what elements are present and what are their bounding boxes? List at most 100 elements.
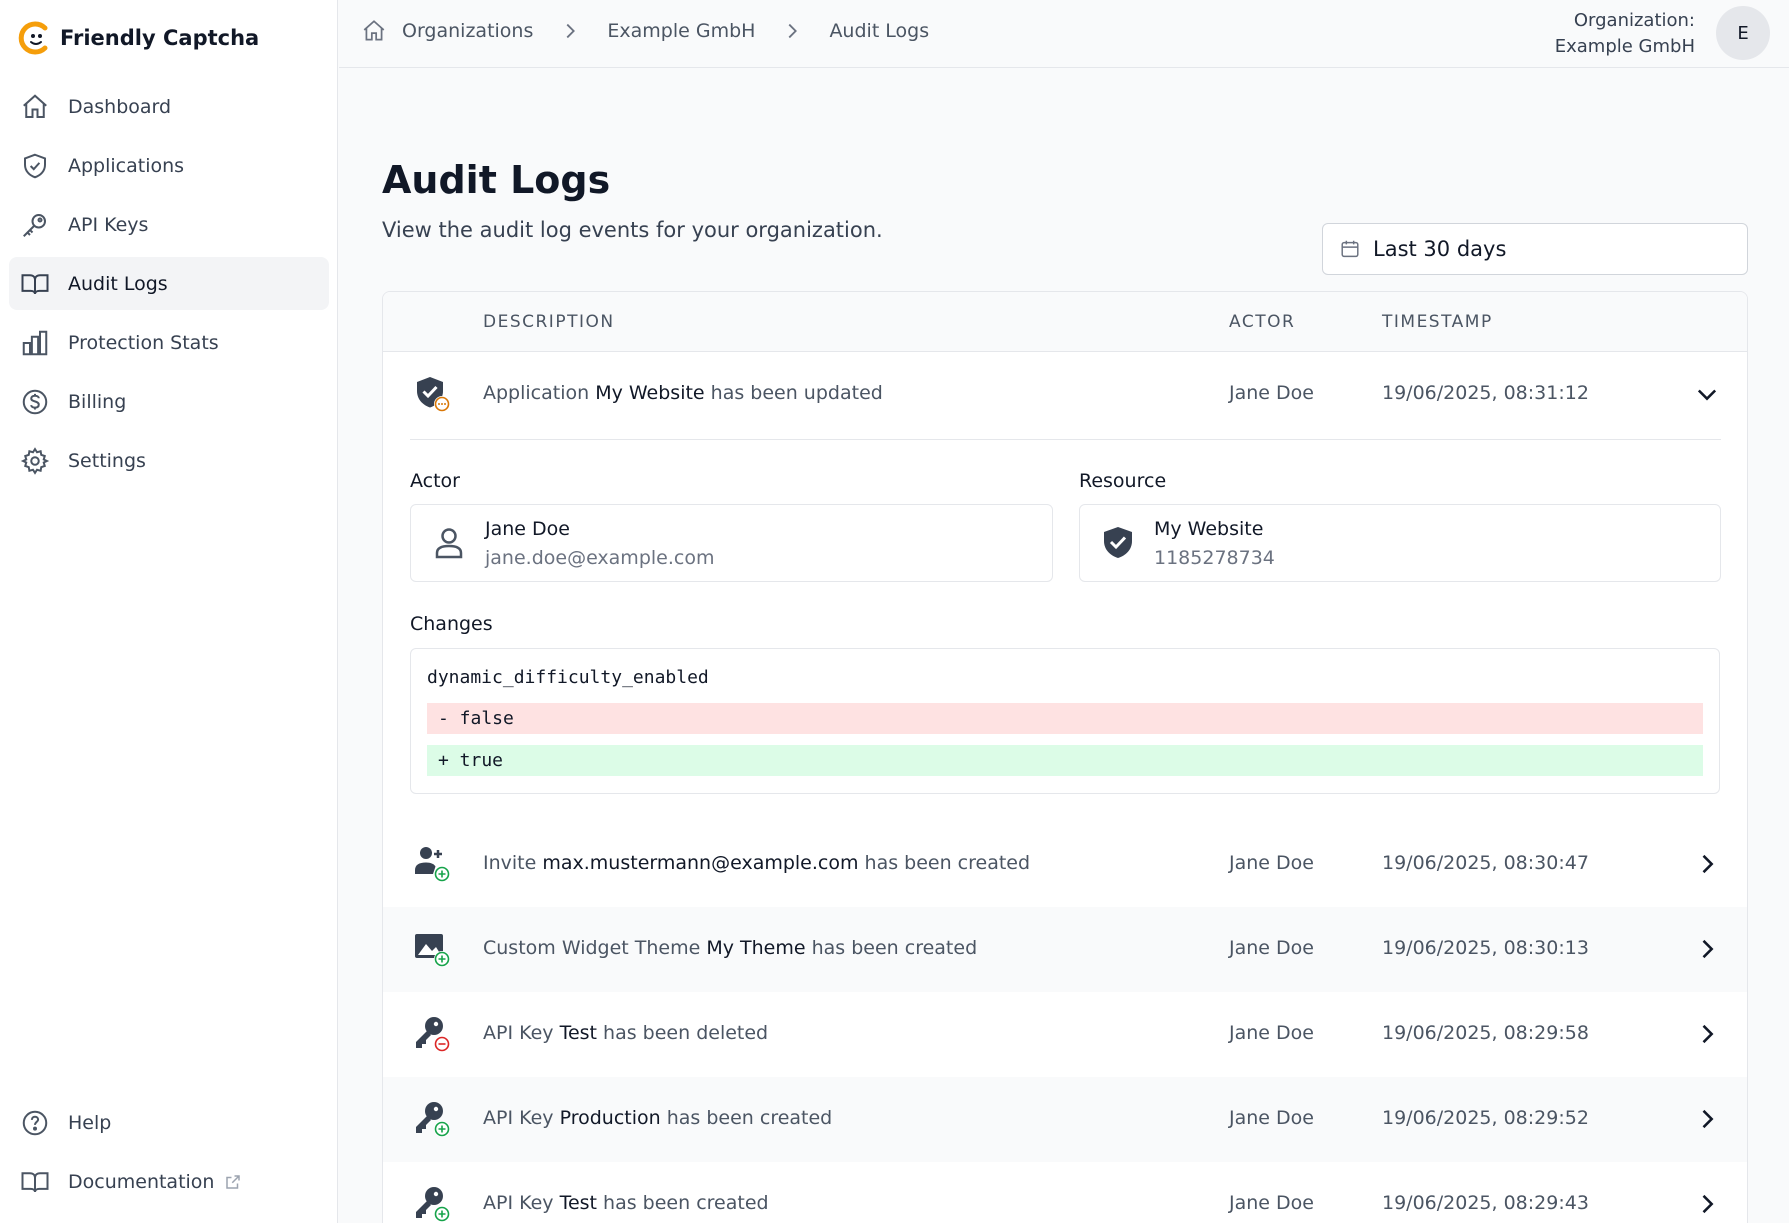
sidebar-nav: Dashboard Applications API Keys Audit Lo… — [9, 80, 329, 493]
brand-logo[interactable]: Friendly Captcha — [18, 18, 259, 58]
user-plus-icon — [415, 847, 450, 882]
table-row[interactable]: API Key Test has been created Jane Doe 1… — [383, 1162, 1747, 1223]
sidebar-item-label: Audit Logs — [68, 272, 168, 295]
row-description: API Key Test has been created — [483, 1192, 769, 1214]
resource-name: My Website — [1154, 518, 1264, 540]
chevron-right-icon — [789, 23, 798, 39]
column-header-description: DESCRIPTION — [483, 312, 615, 332]
row-actor: Jane Doe — [1229, 1107, 1314, 1129]
row-actor: Jane Doe — [1229, 1192, 1314, 1214]
row-actor: Jane Doe — [1229, 382, 1314, 404]
sidebar-item-settings[interactable]: Settings — [9, 434, 329, 487]
row-actor: Jane Doe — [1229, 1022, 1314, 1044]
table-header: DESCRIPTION ACTOR TIMESTAMP — [383, 292, 1747, 352]
external-link-icon — [226, 1174, 241, 1189]
diff-removed-line: - false — [427, 703, 1703, 734]
actor-label: Actor — [410, 470, 460, 492]
chevron-down-icon[interactable] — [1693, 380, 1721, 408]
table-row[interactable]: API Key Production has been created Jane… — [383, 1077, 1747, 1162]
row-description: Custom Widget Theme My Theme has been cr… — [483, 937, 978, 959]
sidebar-item-billing[interactable]: Billing — [9, 375, 329, 428]
breadcrumb-audit-logs[interactable]: Audit Logs — [829, 20, 929, 42]
sidebar-item-api-keys[interactable]: API Keys — [9, 198, 329, 251]
audit-log-table: DESCRIPTION ACTOR TIMESTAMP Application … — [382, 291, 1748, 1223]
image-plus-icon — [415, 934, 450, 967]
calendar-icon — [1341, 240, 1359, 258]
changes-diff: dynamic_difficulty_enabled - false + tru… — [410, 648, 1720, 794]
sidebar-item-dashboard[interactable]: Dashboard — [9, 80, 329, 133]
breadcrumb-organizations[interactable]: Organizations — [402, 20, 533, 42]
shield-check-icon — [1104, 527, 1132, 558]
row-description-resource: Test — [559, 1022, 598, 1044]
question-icon — [22, 1110, 48, 1135]
breadcrumb: Organizations Example GmbH Audit Logs — [361, 18, 929, 44]
row-timestamp: 19/06/2025, 08:29:52 — [1382, 1107, 1589, 1129]
book-icon — [21, 1171, 49, 1192]
row-description: Invite max.mustermann@example.com has be… — [483, 852, 1031, 874]
table-row[interactable]: Custom Widget Theme My Theme has been cr… — [383, 907, 1747, 992]
sidebar-item-applications[interactable]: Applications — [9, 139, 329, 192]
sidebar-item-label: Help — [68, 1111, 112, 1134]
row-timestamp: 19/06/2025, 08:29:58 — [1382, 1022, 1589, 1044]
key-icon — [23, 213, 46, 237]
resource-label: Resource — [1079, 470, 1167, 492]
table-row[interactable]: Invite max.mustermann@example.com has be… — [383, 822, 1747, 907]
home-icon[interactable] — [361, 18, 387, 44]
sidebar-item-help[interactable]: Help — [9, 1096, 329, 1149]
actor-email: jane.doe@example.com — [485, 547, 715, 569]
organization-selector[interactable]: Organization: Example GmbH — [1555, 8, 1695, 60]
date-range-value: Last 30 days — [1373, 237, 1507, 261]
sidebar-item-documentation[interactable]: Documentation — [9, 1155, 329, 1208]
chevron-right-icon[interactable] — [1693, 1190, 1721, 1218]
column-header-timestamp: TIMESTAMP — [1382, 312, 1493, 332]
sidebar-item-audit-logs[interactable]: Audit Logs — [9, 257, 329, 310]
chevron-right-icon[interactable] — [1693, 935, 1721, 963]
column-header-actor: ACTOR — [1229, 312, 1296, 332]
actor-card: Jane Doe jane.doe@example.com — [410, 504, 1053, 582]
table-row[interactable]: Application My Website has been updated … — [383, 352, 1747, 432]
book-icon — [21, 273, 49, 294]
brand-name: Friendly Captcha — [60, 26, 260, 50]
table-row[interactable]: API Key Test has been deleted Jane Doe 1… — [383, 992, 1747, 1077]
dollar-icon — [22, 389, 48, 414]
gear-icon — [20, 446, 50, 475]
changed-field-name: dynamic_difficulty_enabled — [427, 667, 709, 688]
sidebar-item-label: API Keys — [68, 213, 149, 236]
sidebar-item-label: Settings — [68, 449, 146, 472]
chevron-right-icon[interactable] — [1693, 1020, 1721, 1048]
chevron-right-icon[interactable] — [1693, 1105, 1721, 1133]
bar-chart-icon — [22, 330, 48, 355]
user-icon — [435, 528, 463, 559]
row-description-resource: Production — [559, 1107, 661, 1129]
breadcrumb-example-gmbh[interactable]: Example GmbH — [607, 20, 755, 42]
row-description: API Key Test has been deleted — [483, 1022, 769, 1044]
chevron-right-icon — [566, 23, 576, 39]
organization-label: Organization: — [1573, 10, 1695, 31]
row-timestamp: 19/06/2025, 08:31:12 — [1382, 382, 1589, 404]
sidebar-item-label: Documentation — [68, 1170, 215, 1193]
shield-updated-icon — [417, 377, 450, 412]
diff-added-line: + true — [427, 745, 1703, 776]
date-range-picker[interactable]: Last 30 days — [1322, 223, 1748, 275]
chevron-right-icon[interactable] — [1693, 850, 1721, 878]
key-plus-icon — [416, 1187, 450, 1222]
sidebar-item-label: Billing — [68, 390, 127, 413]
sidebar-item-protection-stats[interactable]: Protection Stats — [9, 316, 329, 369]
actor-name: Jane Doe — [485, 518, 570, 540]
sidebar-item-label: Dashboard — [68, 95, 172, 118]
key-plus-icon — [416, 1102, 450, 1137]
shield-check-icon — [24, 153, 46, 178]
row-timestamp: 19/06/2025, 08:29:43 — [1382, 1192, 1589, 1214]
sidebar: Friendly Captcha Dashboard Applications … — [0, 0, 338, 1223]
row-description: API Key Production has been created — [483, 1107, 833, 1129]
key-minus-icon — [416, 1017, 450, 1052]
row-actor: Jane Doe — [1229, 852, 1314, 874]
sidebar-item-label: Applications — [68, 154, 185, 177]
row-description-resource: max.mustermann@example.com — [542, 852, 859, 874]
sidebar-item-label: Protection Stats — [68, 331, 219, 354]
avatar[interactable]: E — [1716, 6, 1770, 60]
topbar: Organizations Example GmbH Audit Logs Or… — [339, 0, 1789, 68]
resource-card[interactable]: My Website 1185278734 — [1079, 504, 1721, 582]
row-timestamp: 19/06/2025, 08:30:47 — [1382, 852, 1589, 874]
resource-id: 1185278734 — [1154, 547, 1275, 569]
